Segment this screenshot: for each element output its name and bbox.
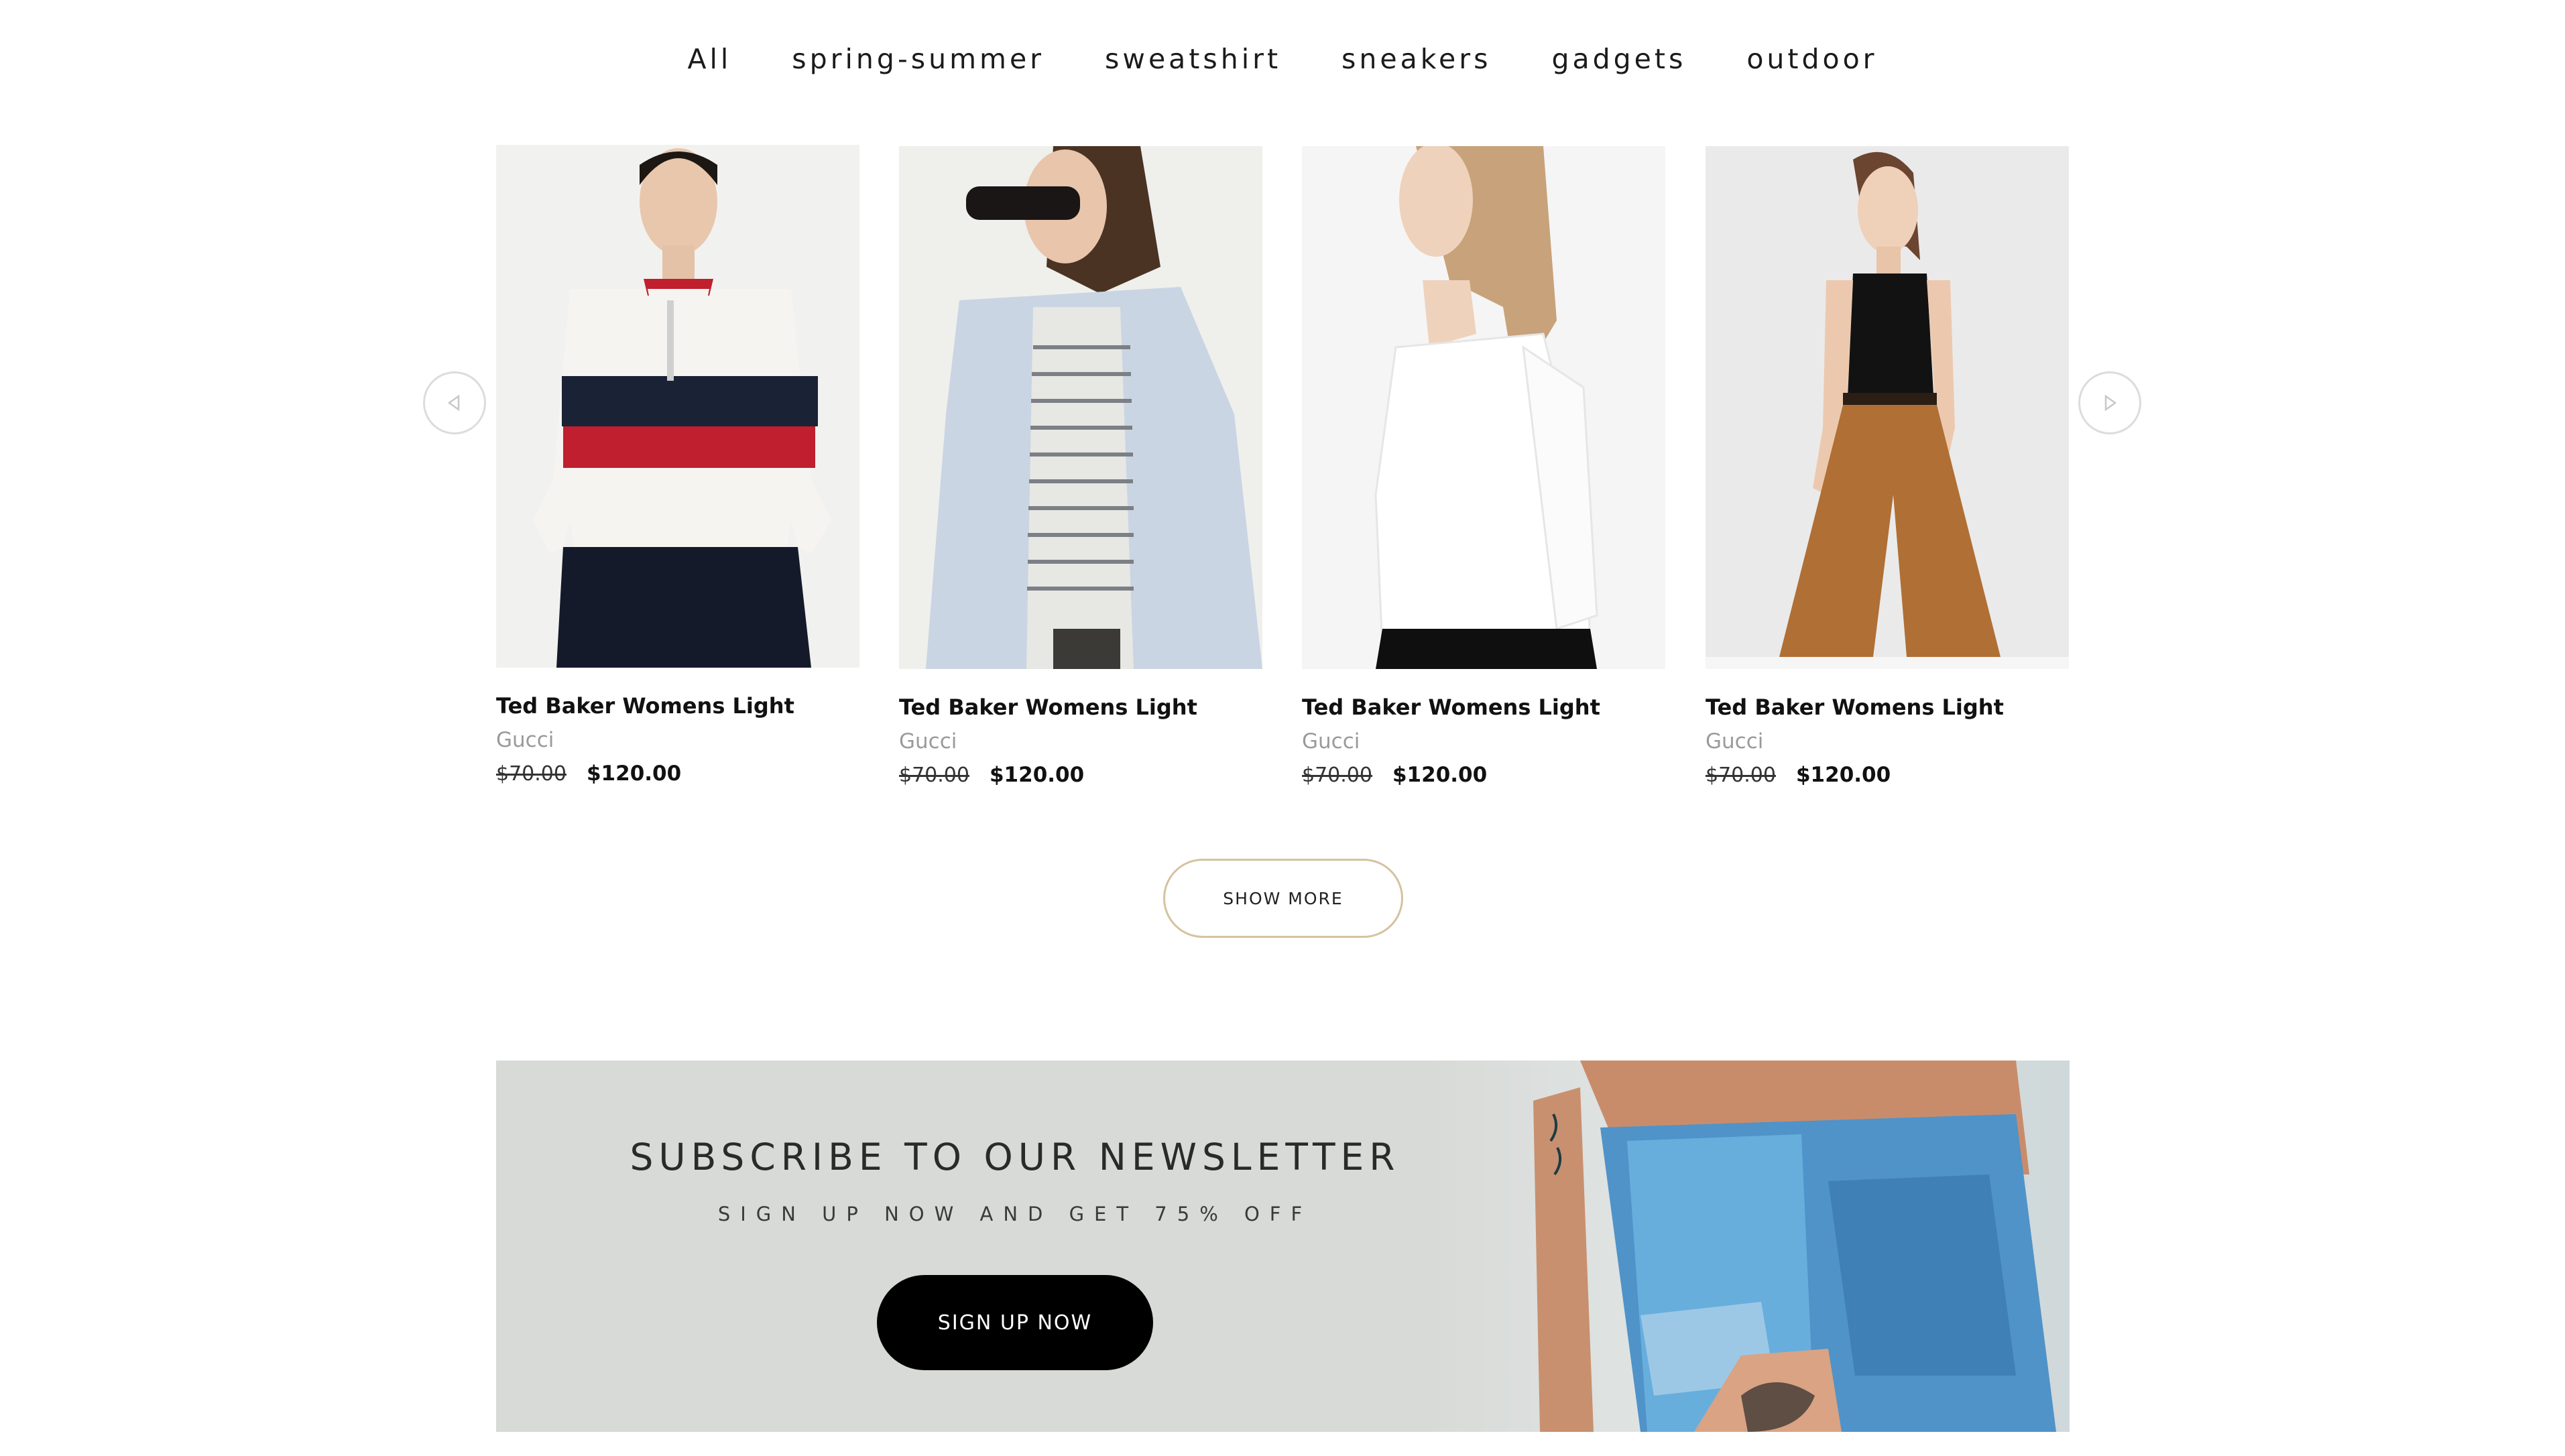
product-card[interactable]: Ted Baker Womens Light Gucci $70.00 $120… [496, 145, 859, 786]
category-tabs: All spring-summer sweatshirt sneakers ga… [0, 43, 2565, 75]
sign-up-button[interactable]: SIGN UP NOW [877, 1275, 1153, 1370]
product-image[interactable] [1302, 146, 1665, 669]
product-image[interactable] [496, 145, 859, 668]
product-old-price: $70.00 [496, 762, 566, 786]
tab-gadgets[interactable]: gadgets [1551, 43, 1686, 75]
product-card[interactable]: Ted Baker Womens Light Gucci $70.00 $120… [1302, 146, 1665, 787]
newsletter-subtitle: SIGN UP NOW AND GET 75% OFF [717, 1203, 1313, 1225]
tab-all[interactable]: All [687, 43, 731, 75]
product-brand: Gucci [1302, 729, 1360, 753]
product-old-price: $70.00 [1302, 764, 1372, 787]
tab-outdoor[interactable]: outdoor [1746, 43, 1877, 75]
product-old-price: $70.00 [1706, 764, 1776, 787]
product-old-price: $70.00 [899, 764, 969, 787]
newsletter-title: SUBSCRIBE TO OUR NEWSLETTER [630, 1136, 1400, 1178]
product-name[interactable]: Ted Baker Womens Light [496, 693, 859, 719]
product-image[interactable] [899, 146, 1262, 669]
product-name[interactable]: Ted Baker Womens Light [1302, 694, 1665, 720]
carousel-prev-button[interactable] [423, 371, 486, 434]
chevron-right-icon [2104, 394, 2117, 412]
product-price: $120.00 [1392, 763, 1488, 787]
product-prices: $70.00 $120.00 [496, 762, 859, 786]
product-brand: Gucci [1706, 729, 1764, 753]
product-brand: Gucci [496, 728, 554, 752]
carousel-next-button[interactable] [2078, 371, 2141, 434]
product-name[interactable]: Ted Baker Womens Light [899, 694, 1262, 720]
newsletter-banner: SUBSCRIBE TO OUR NEWSLETTER SIGN UP NOW … [496, 1060, 2070, 1432]
product-name[interactable]: Ted Baker Womens Light [1706, 694, 2069, 720]
product-prices: $70.00 $120.00 [1302, 763, 1665, 787]
chevron-left-icon [447, 394, 460, 412]
product-price: $120.00 [586, 762, 682, 786]
tab-spring-summer[interactable]: spring-summer [792, 43, 1045, 75]
product-price: $120.00 [989, 763, 1085, 787]
tab-sweatshirt[interactable]: sweatshirt [1105, 43, 1281, 75]
product-brand: Gucci [899, 729, 957, 753]
product-card[interactable]: Ted Baker Womens Light Gucci $70.00 $120… [1706, 146, 2069, 787]
show-more-button[interactable]: SHOW MORE [1163, 859, 1403, 938]
product-image[interactable] [1706, 146, 2069, 669]
tab-sneakers[interactable]: sneakers [1341, 43, 1491, 75]
product-price: $120.00 [1795, 763, 1891, 787]
newsletter-image [1426, 1060, 2070, 1432]
product-prices: $70.00 $120.00 [1706, 763, 2069, 787]
product-prices: $70.00 $120.00 [899, 763, 1262, 787]
product-card[interactable]: Ted Baker Womens Light Gucci $70.00 $120… [899, 146, 1262, 787]
